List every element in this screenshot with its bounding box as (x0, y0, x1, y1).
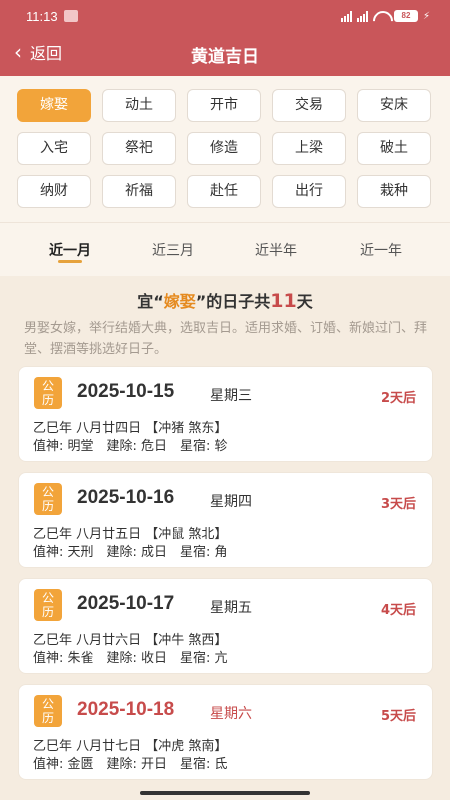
tab-range[interactable]: 近三月 (123, 240, 223, 260)
wifi-icon (373, 11, 389, 22)
range-tabs: 近一月 近三月 近半年 近一年 (0, 224, 450, 276)
day-lunar: 乙巳年 八月廿四日 【冲猪 煞东】 (33, 421, 228, 436)
calendar-badge: 公历 (34, 483, 62, 515)
category-chip[interactable]: 栽种 (357, 175, 431, 208)
category-chip[interactable]: 纳财 (17, 175, 91, 208)
day-weekday: 星期四 (210, 494, 252, 510)
day-date: 2025-10-17 (77, 593, 175, 614)
day-details: 值神: 金匮 建除: 开日 星宿: 氐 (33, 757, 228, 772)
calendar-badge: 公历 (34, 589, 62, 621)
day-details: 值神: 朱雀 建除: 收日 星宿: 亢 (33, 651, 228, 666)
category-chip[interactable]: 入宅 (17, 132, 91, 165)
signal-icon (356, 10, 368, 22)
day-card[interactable]: 公历 2025-10-15 星期三 2天后乙巳年 八月廿四日 【冲猪 煞东】 值神: 明… (18, 366, 433, 462)
category-chip[interactable]: 出行 (272, 175, 346, 208)
day-countdown: 3天后 (380, 497, 416, 512)
home-indicator (140, 791, 310, 795)
calendar-badge: 公历 (34, 377, 62, 409)
page-title: 黄道吉日 (191, 47, 259, 67)
calendar-badge: 公历 (34, 695, 62, 727)
day-countdown: 2天后 (380, 391, 416, 406)
category-description: 男娶女嫁，举行结婚大典，选取吉日。适用求婚、订婚、新娘过门、拜堂、摆酒等挑选好日… (24, 321, 428, 357)
nav-bar: ‹ 返回 黄道吉日 (0, 34, 450, 74)
tab-range[interactable]: 近一年 (331, 240, 431, 260)
category-chip[interactable]: 交易 (272, 89, 346, 122)
day-details: 值神: 明堂 建除: 危日 星宿: 轸 (33, 439, 228, 454)
day-date: 2025-10-16 (77, 487, 175, 508)
category-chip[interactable]: 安床 (357, 89, 431, 122)
wrench-icon (64, 10, 78, 22)
category-chip[interactable]: 动土 (102, 89, 176, 122)
day-countdown: 4天后 (380, 603, 416, 618)
summary-count: 11 (270, 290, 297, 312)
day-weekday: 星期三 (210, 388, 252, 404)
signal-icon (340, 10, 352, 22)
day-card[interactable]: 公历 2025-10-18 星期六 5天后乙巳年 八月廿七日 【冲虎 煞南】 值神: 金… (18, 684, 433, 780)
day-date: 2025-10-15 (77, 381, 175, 402)
status-icons: 82 ⚡ (340, 10, 430, 22)
category-chip[interactable]: 修造 (187, 132, 261, 165)
app-header: 11:13 82 ⚡ ‹ 返回 黄道吉日 (0, 0, 450, 76)
category-chip[interactable]: 嫁娶 (17, 89, 91, 122)
status-time: 11:13 (26, 9, 58, 24)
summary-middle: ”的日子共 (195, 292, 271, 311)
day-date: 2025-10-18 (77, 699, 175, 720)
summary-suffix: 天 (296, 292, 313, 311)
summary-prefix: 宜“ (137, 292, 164, 311)
summary-title: 宜“嫁娶”的日子共11天 (0, 288, 450, 312)
category-chip[interactable]: 上梁 (272, 132, 346, 165)
day-lunar: 乙巳年 八月廿五日 【冲鼠 煞北】 (33, 527, 228, 542)
day-card[interactable]: 公历 2025-10-16 星期四 3天后乙巳年 八月廿五日 【冲鼠 煞北】 值神: 天… (18, 472, 433, 568)
day-weekday: 星期五 (210, 600, 252, 616)
tab-indicator (58, 260, 82, 263)
day-lunar: 乙巳年 八月廿七日 【冲虎 煞南】 (33, 739, 228, 754)
status-bar: 11:13 82 ⚡ (0, 0, 450, 34)
day-card[interactable]: 公历 2025-10-17 星期五 4天后乙巳年 八月廿六日 【冲牛 煞西】 值神: 朱… (18, 578, 433, 674)
charging-icon: ⚡ (422, 10, 430, 22)
summary-category: 嫁娶 (163, 292, 196, 311)
category-chip[interactable]: 赴任 (187, 175, 261, 208)
day-lunar: 乙巳年 八月廿六日 【冲牛 煞西】 (33, 633, 228, 648)
category-chip[interactable]: 破土 (357, 132, 431, 165)
day-countdown: 5天后 (380, 709, 416, 724)
category-chip[interactable]: 祈福 (102, 175, 176, 208)
results-panel: 宜“嫁娶”的日子共11天 男娶女嫁，举行结婚大典，选取吉日。适用求婚、订婚、新娘… (0, 276, 450, 800)
day-details: 值神: 天刑 建除: 成日 星宿: 角 (33, 545, 228, 560)
category-grid: 嫁娶 动土 开市 交易 安床入宅 祭祀 修造 上梁 破土纳财 祈福 赴任 出行 栽种 (17, 89, 437, 208)
day-weekday: 星期六 (210, 706, 252, 722)
tab-range[interactable]: 近一月 (20, 240, 120, 260)
battery-icon: 82 (393, 10, 418, 22)
category-chip[interactable]: 祭祀 (102, 132, 176, 165)
divider (0, 222, 450, 223)
category-chip[interactable]: 开市 (187, 89, 261, 122)
tab-range[interactable]: 近半年 (226, 240, 326, 260)
